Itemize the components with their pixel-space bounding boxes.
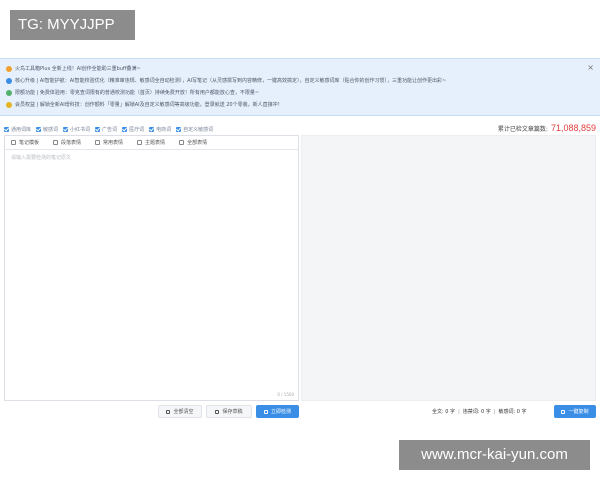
- char-count: 0 / 1500: [277, 392, 294, 397]
- tab-theme-emoji[interactable]: 主题表情: [137, 139, 165, 146]
- tab-note-template[interactable]: 笔记模板: [11, 139, 39, 146]
- editor-placeholder: 请输入需要检测的笔记原文: [11, 155, 72, 161]
- checkbox-icon: [122, 126, 128, 132]
- checkbox-icon: [95, 126, 101, 132]
- notice-text-3: 限额功能 | 免费体验用：零克查词限有的普通校测功能（首页）持续免费开放！所有用…: [15, 90, 260, 96]
- trash-icon: [166, 409, 171, 414]
- word-stats: 全文: 0 字 | 违禁词: 0 字 | 敏感词: 0 字: [432, 408, 527, 416]
- watermark-bottom: www.mcr-kai-yun.com: [399, 440, 590, 470]
- bird-icon: [6, 66, 12, 72]
- save-draft-button[interactable]: 保存草稿: [206, 405, 252, 418]
- checkbox-icon: [63, 126, 69, 132]
- stat-full-value: 0 字: [445, 409, 456, 415]
- copy-all-button[interactable]: 一键复制: [554, 405, 596, 418]
- notice-text-4: 会员权益 | 解锁全新AI增科技：创作额料「零量」解锁AI及自定义敏感词等高级功…: [15, 102, 283, 108]
- tab-common-emoji[interactable]: 常用表情: [95, 139, 123, 146]
- gift-icon: [6, 90, 12, 96]
- template-icon: [11, 140, 16, 145]
- emoji-icon: [95, 140, 101, 145]
- tab-paragraph-emoji[interactable]: 段落表情: [53, 139, 81, 146]
- close-icon[interactable]: ×: [587, 63, 594, 73]
- check-now-button[interactable]: 立即检测: [256, 405, 299, 418]
- checkbox-icon: [36, 126, 42, 132]
- grid-icon: [179, 140, 185, 145]
- crown-icon: [6, 102, 12, 108]
- counter-value: 71,088,859: [550, 123, 596, 133]
- shield-icon: [6, 78, 12, 84]
- checkbox-icon: [4, 126, 9, 132]
- notice-line-4: 会员权益 | 解锁全新AI增科技：创作额料「零量」解锁AI及自定义敏感词等高级功…: [6, 100, 283, 110]
- copy-icon: [561, 409, 566, 414]
- paragraph-icon: [53, 140, 59, 145]
- clear-all-button[interactable]: 全部清空: [158, 405, 202, 418]
- stat-sensitive-value: 0 字: [516, 409, 527, 415]
- notice-line-1: 火鸟工具箱Plus 全新上线！AI创作全能助三重buff叠满~: [6, 64, 141, 74]
- notice-line-2: 核心升级 | AI智能护航：AI智能校验优化（精准审违规、敏感词全自动检测），A…: [6, 76, 446, 86]
- filter-checkboxes: 通用词库 敏感词 小红书词 广告词 医疗词 电商词 自定义敏感词: [4, 124, 218, 134]
- tab-all-emoji[interactable]: 全部表情: [179, 139, 207, 146]
- filter-medical[interactable]: 医疗词: [122, 126, 144, 133]
- result-preview-panel: [301, 135, 596, 401]
- filter-xiaohongshu[interactable]: 小红书词: [63, 126, 90, 133]
- document-icon: [215, 409, 220, 414]
- article-counter: 累计已检文章篇数: 71,088,859: [498, 123, 596, 135]
- notice-text-1: 火鸟工具箱Plus 全新上线！AI创作全能助三重buff叠满~: [15, 66, 141, 72]
- notice-line-3: 限额功能 | 免费体验用：零克查词限有的普通校测功能（首页）持续免费开放！所有用…: [6, 88, 259, 98]
- theme-icon: [137, 140, 143, 145]
- watermark-top: TG: MYYJJPP: [10, 10, 135, 40]
- checkbox-icon: [176, 126, 182, 132]
- stat-banned-value: 0 字: [481, 409, 491, 415]
- notice-text-2: 核心升级 | AI智能护航：AI智能校验优化（精准审违规、敏感词全自动检测），A…: [15, 78, 447, 84]
- counter-label: 累计已检文章篇数:: [497, 126, 548, 133]
- filter-sensitive[interactable]: 敏感词: [36, 126, 58, 133]
- filter-general[interactable]: 通用词库: [4, 126, 31, 133]
- emoji-tabs: 笔记模板 段落表情 常用表情 主题表情 全部表情: [5, 136, 298, 150]
- filter-ad[interactable]: 广告词: [95, 126, 117, 133]
- notice-banner: 火鸟工具箱Plus 全新上线！AI创作全能助三重buff叠满~ 核心升级 | A…: [0, 58, 600, 116]
- text-editor[interactable]: 笔记模板 段落表情 常用表情 主题表情 全部表情 请输入需要检测的笔记原文 0 …: [4, 135, 299, 401]
- page: TG: MYYJJPP 火鸟工具箱Plus 全新上线！AI创作全能助三重buff…: [0, 0, 600, 480]
- search-icon: [263, 409, 268, 414]
- filter-custom[interactable]: 自定义敏感词: [176, 126, 213, 133]
- checkbox-icon: [149, 126, 155, 132]
- filter-ecommerce[interactable]: 电商词: [149, 126, 171, 133]
